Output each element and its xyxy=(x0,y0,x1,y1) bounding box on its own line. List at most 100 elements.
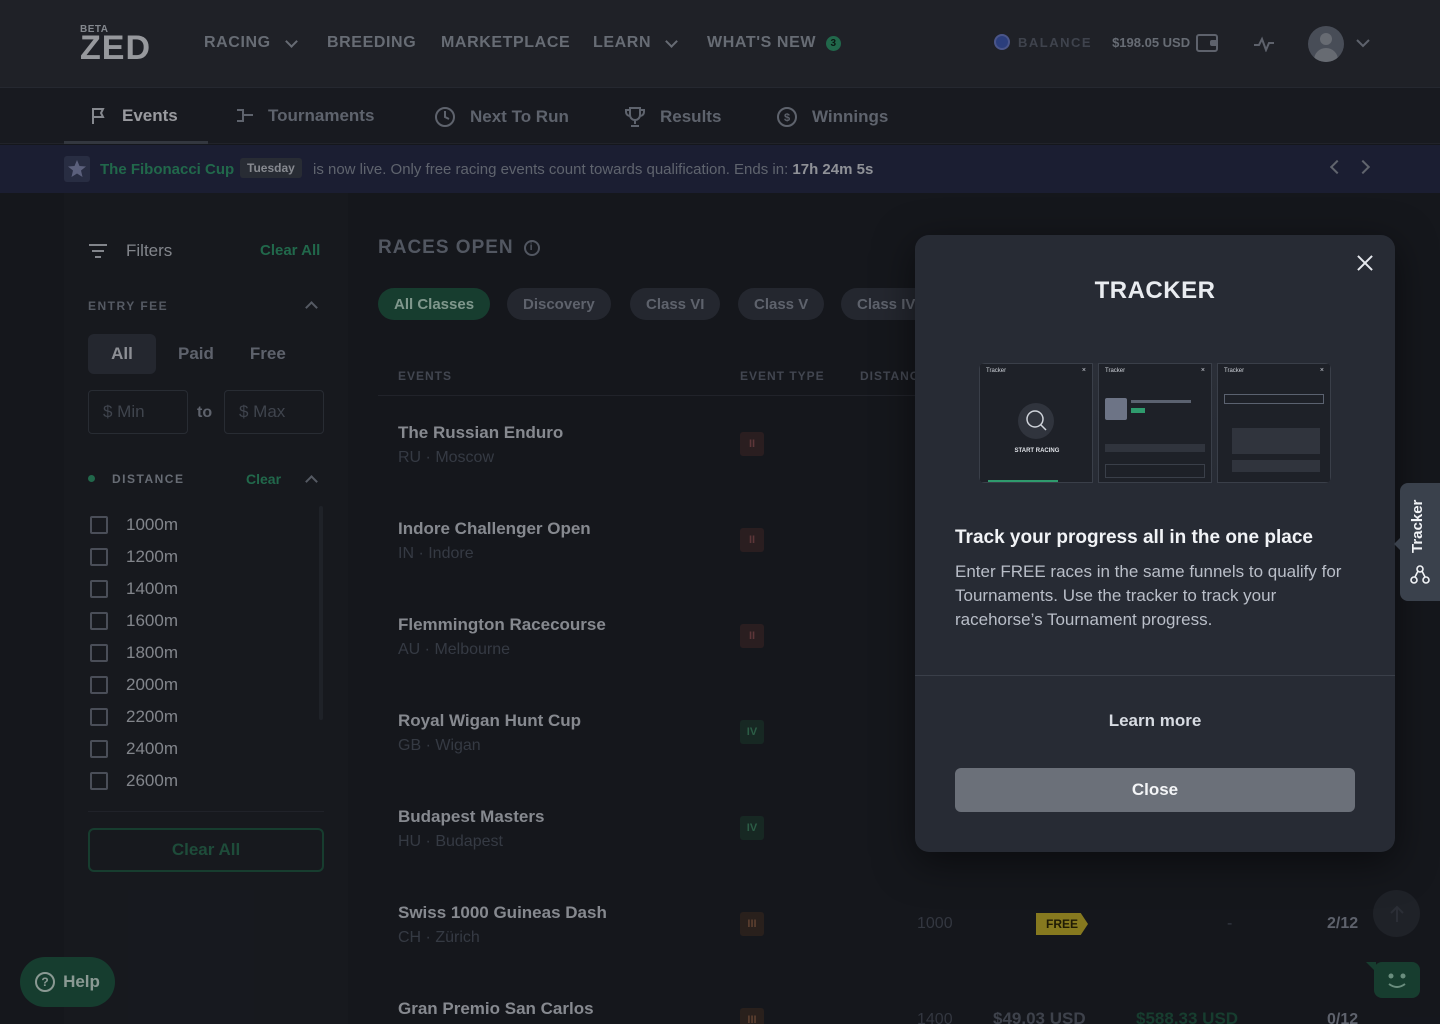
nav-racing[interactable]: RACING xyxy=(204,34,298,52)
learn-more-link[interactable]: Learn more xyxy=(915,711,1395,731)
event-entrants: 0/12 xyxy=(1327,1011,1359,1024)
help-button[interactable]: ? Help xyxy=(20,957,115,1007)
distance-option[interactable]: 2600m xyxy=(90,765,300,797)
nav-marketplace[interactable]: MARKETPLACE xyxy=(441,34,570,52)
distance-option[interactable]: 2200m xyxy=(90,701,300,733)
tab-winnings[interactable]: $ Winnings xyxy=(776,106,888,128)
table-row[interactable]: Swiss 1000 Guineas Dash CH · Zürich xyxy=(398,903,607,947)
tab-next-to-run[interactable]: Next To Run xyxy=(434,106,569,128)
class-chip-all[interactable]: All Classes xyxy=(378,288,491,320)
distance-option[interactable]: 1000m xyxy=(90,509,300,541)
tab-events-label: Events xyxy=(122,106,178,125)
class-chip-v[interactable]: Class V xyxy=(738,288,825,320)
tab-winnings-label: Winnings xyxy=(812,107,889,126)
distance-option[interactable]: 2000m xyxy=(90,669,300,701)
checkbox[interactable] xyxy=(90,644,108,662)
table-row[interactable]: Gran Premio San Carlos xyxy=(398,999,594,1019)
fee-option-paid[interactable]: Paid xyxy=(164,334,228,374)
event-entry-fee: $49.03 USD xyxy=(993,1009,1086,1024)
preview-chip xyxy=(1131,408,1145,413)
tracker-preview-image: Tracker × START RACING Tracker × Tracker × xyxy=(979,363,1331,483)
chevron-up-icon[interactable] xyxy=(305,475,318,488)
tracker-tab-label: Tracker xyxy=(1409,499,1426,553)
clear-all-link[interactable]: Clear All xyxy=(260,242,320,259)
activity-icon[interactable] xyxy=(1254,36,1274,52)
chevron-down-icon xyxy=(665,34,678,48)
checkbox[interactable] xyxy=(90,516,108,534)
active-filter-dot xyxy=(88,475,95,482)
column-header-event-type: EVENT TYPE xyxy=(740,369,825,383)
filter-icon xyxy=(89,244,107,258)
nav-whats-new[interactable]: WHAT'S NEW 3 xyxy=(707,34,842,52)
svg-text:$: $ xyxy=(784,112,790,124)
checkbox[interactable] xyxy=(90,708,108,726)
table-row[interactable]: Royal Wigan Hunt Cup GB · Wigan xyxy=(398,711,581,755)
table-row[interactable]: The Russian Enduro RU · Moscow xyxy=(398,423,563,467)
table-row[interactable]: Budapest Masters HU · Budapest xyxy=(398,807,544,851)
checkbox[interactable] xyxy=(90,772,108,790)
max-fee-input[interactable]: $ Max xyxy=(224,390,324,434)
distance-option[interactable]: 1600m xyxy=(90,605,300,637)
clear-all-button[interactable]: Clear All xyxy=(88,828,324,872)
distance-option-label: 1600m xyxy=(126,611,178,630)
chevron-up-icon[interactable] xyxy=(305,301,318,314)
event-prize: $588.33 USD xyxy=(1136,1009,1239,1024)
info-icon[interactable]: i xyxy=(523,239,540,256)
zed-logo[interactable]: BETA ZED xyxy=(80,24,150,66)
checkbox[interactable] xyxy=(90,676,108,694)
event-distance: 1000 xyxy=(917,915,953,932)
checkbox[interactable] xyxy=(90,612,108,630)
table-row[interactable]: Indore Challenger Open IN · Indore xyxy=(398,519,591,563)
nav-learn[interactable]: LEARN xyxy=(593,34,678,52)
distance-option[interactable]: 2400m xyxy=(90,733,300,765)
checkbox[interactable] xyxy=(90,580,108,598)
fee-option-all[interactable]: All xyxy=(88,334,156,374)
banner-cup-link[interactable]: The Fibonacci Cup xyxy=(100,161,234,178)
chevron-left-icon[interactable] xyxy=(1329,159,1345,175)
close-icon[interactable] xyxy=(1355,253,1375,273)
checkbox[interactable] xyxy=(90,740,108,758)
preview-card: Tracker × xyxy=(1098,363,1212,483)
tab-tournaments[interactable]: Tournaments xyxy=(236,106,374,126)
distance-option[interactable]: 1400m xyxy=(90,573,300,605)
event-name: Budapest Masters xyxy=(398,807,545,826)
wallet-icon[interactable] xyxy=(1196,34,1218,52)
distance-clear-link[interactable]: Clear xyxy=(246,471,281,487)
event-name: Gran Premio San Carlos xyxy=(398,999,594,1018)
banner-text: is now live. Only free racing events cou… xyxy=(313,161,789,178)
scroll-to-top-button[interactable] xyxy=(1373,890,1420,937)
chevron-right-icon[interactable] xyxy=(1355,159,1371,175)
class-chip-vi[interactable]: Class VI xyxy=(630,288,721,320)
tab-results[interactable]: Results xyxy=(624,106,721,128)
balance-display[interactable]: BALANCE $198.05 USD xyxy=(994,34,1190,50)
chat-button[interactable] xyxy=(1366,962,1420,998)
tab-next-to-run-label: Next To Run xyxy=(470,107,569,126)
balance-label: BALANCE xyxy=(1018,34,1093,50)
checkbox[interactable] xyxy=(90,548,108,566)
table-row[interactable]: Flemmington Racecourse AU · Melbourne xyxy=(398,615,606,659)
balance-value: $198.05 USD xyxy=(1112,34,1191,50)
nav-breeding[interactable]: BREEDING xyxy=(327,34,416,52)
fee-option-free[interactable]: Free xyxy=(236,334,300,374)
filters-header: Filters xyxy=(88,241,172,261)
event-distance: 1400 xyxy=(917,1011,953,1024)
event-name: Royal Wigan Hunt Cup xyxy=(398,711,582,730)
distance-option-label: 1400m xyxy=(126,579,178,598)
close-icon: × xyxy=(1081,367,1086,374)
tournament-star-icon xyxy=(64,156,90,182)
event-location: AU · Melbourne xyxy=(398,641,511,658)
preview-select xyxy=(1224,394,1324,404)
min-fee-input[interactable]: $ Min xyxy=(88,390,188,434)
distance-option[interactable]: 1800m xyxy=(90,637,300,669)
filters-sidebar: Filters Clear All ENTRY FEE All Paid Fre… xyxy=(64,193,348,1024)
avatar[interactable] xyxy=(1308,26,1344,62)
distance-scrollbar[interactable] xyxy=(319,506,323,720)
distance-option[interactable]: 1200m xyxy=(90,541,300,573)
class-chip-discovery[interactable]: Discovery xyxy=(507,288,611,320)
dollar-circle-icon: $ xyxy=(777,107,797,127)
close-button[interactable]: Close xyxy=(955,768,1355,812)
tracker-side-tab[interactable]: Tracker xyxy=(1400,483,1440,601)
tab-events[interactable]: Events xyxy=(90,106,178,126)
chat-face-icon xyxy=(1388,973,1406,988)
chevron-down-icon[interactable] xyxy=(1356,38,1370,48)
